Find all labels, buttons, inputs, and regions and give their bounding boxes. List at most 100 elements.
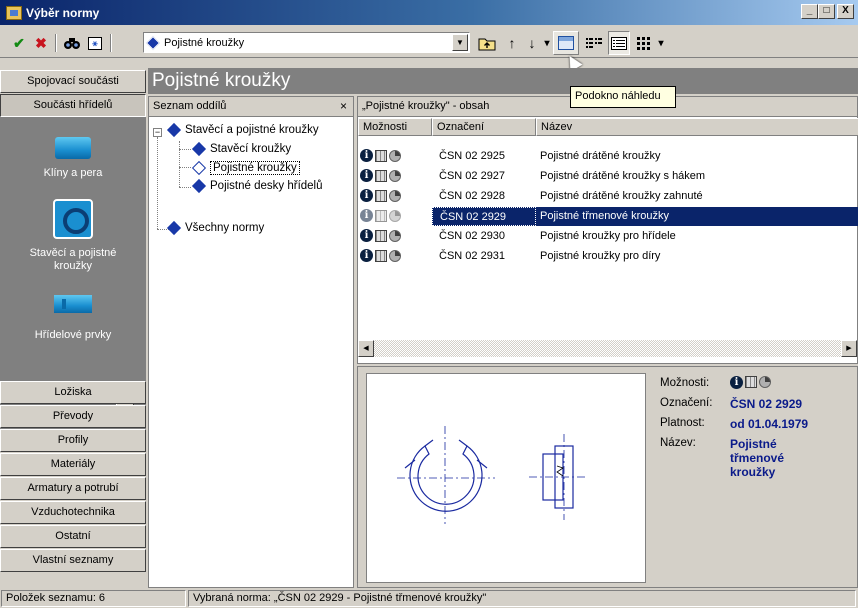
close-icon[interactable]: × (340, 97, 347, 116)
category-button[interactable]: Vlastní seznamy (0, 549, 146, 572)
table-icon[interactable] (375, 229, 387, 242)
move-down-icon[interactable]: ↓ (523, 33, 541, 53)
tree-node-stavecii[interactable]: Stavěcí kroužky (191, 141, 292, 157)
scroll-right-icon[interactable]: ▶ (841, 340, 857, 357)
filter-icon[interactable]: ⚹ (86, 33, 104, 53)
minimize-button[interactable]: _ (801, 4, 818, 19)
close-button[interactable]: X (837, 4, 854, 19)
tree-node-pojistne-desky[interactable]: Pojistné desky hřídelů (191, 178, 323, 194)
category-button[interactable]: Materiály (0, 453, 146, 476)
code-cell: ČSN 02 2931 (439, 250, 506, 262)
table-icon[interactable] (375, 249, 387, 262)
horizontal-scrollbar[interactable]: ◀ ▶ (358, 340, 857, 357)
table-icon[interactable] (375, 209, 387, 222)
code-cell: ČSN 02 2928 (439, 190, 506, 202)
panel-item[interactable]: Hřídelové prvky (0, 295, 146, 341)
folder-up-icon[interactable] (477, 33, 497, 53)
column-header-options[interactable]: Možnosti (358, 118, 432, 136)
maximize-button[interactable]: □ (818, 4, 835, 19)
keys-icon (55, 137, 91, 159)
category-button[interactable]: Ložiska (0, 381, 146, 404)
tree-node-label: Pojistné kroužky (210, 161, 300, 175)
panel-item[interactable]: Klíny a pera (0, 137, 146, 179)
window-controls: _ □ X (801, 4, 854, 19)
pie-icon[interactable] (389, 149, 401, 162)
tree-node-label: Stavěcí kroužky (210, 143, 292, 155)
find-icon[interactable] (62, 33, 82, 53)
more-dropdown-icon[interactable]: ▾ (542, 33, 552, 53)
window-title: Výběr normy (26, 5, 100, 20)
large-icons-view-icon[interactable] (634, 33, 654, 53)
info-icon[interactable]: i (360, 249, 373, 262)
table-icon[interactable] (375, 189, 387, 202)
tree-node-vsechny-normy[interactable]: Všechny normy (166, 220, 265, 236)
table-row[interactable]: i ČSN 02 2928 Pojistné drátěné kroužky z… (358, 187, 858, 206)
info-icon[interactable]: i (360, 189, 373, 202)
toolbar-separator (110, 34, 112, 52)
category-button[interactable]: Spojovací součásti (0, 70, 146, 93)
info-label: Platnost: (660, 417, 705, 429)
pie-icon[interactable] (389, 189, 401, 202)
info-icon[interactable]: i (730, 376, 743, 389)
norm-diamond-open-icon (191, 160, 207, 176)
move-up-icon[interactable]: ↑ (503, 33, 521, 53)
tree-node-label: Stavěcí a pojistné kroužky (185, 124, 319, 136)
info-icon[interactable]: i (360, 229, 373, 242)
tree-node-label: Všechny normy (185, 222, 265, 234)
chevron-down-icon[interactable]: ▼ (452, 34, 468, 51)
category-button[interactable]: Převody (0, 405, 146, 428)
table-row-selected[interactable]: i ČSN 02 2929 Pojistné třmenové kroužky (358, 207, 858, 226)
preview-pane: Možnosti: i Označení: ČSN 02 2929 Platno… (357, 366, 858, 588)
page-title: Pojistné kroužky (148, 68, 858, 94)
pie-icon[interactable] (389, 249, 401, 262)
info-label: Označení: (660, 397, 713, 409)
norm-group-combobox[interactable]: Pojistné kroužky ▼ (143, 32, 470, 53)
tree-node-stavecii-a-pojistne[interactable]: Stavěcí a pojistné kroužky (166, 122, 319, 138)
details-view-icon[interactable] (608, 31, 630, 55)
table-row[interactable]: i ČSN 02 2925 Pojistné drátěné kroužky (358, 147, 858, 166)
shaft-icon (54, 295, 92, 313)
info-icon[interactable]: i (360, 209, 373, 222)
options-cell: i (360, 249, 401, 262)
panel-item-label: Klíny a pera (43, 167, 103, 179)
info-icon[interactable]: i (360, 169, 373, 182)
category-button[interactable]: Armatury a potrubí (0, 477, 146, 500)
tree-line (179, 187, 191, 188)
category-button[interactable]: Součásti hřídelů (0, 94, 146, 117)
info-icon[interactable]: i (360, 149, 373, 162)
info-name-value: Pojistné třmenové kroužky (730, 437, 785, 479)
pie-icon[interactable] (389, 169, 401, 182)
view-dropdown-icon[interactable]: ▾ (656, 33, 666, 53)
name-cell: Pojistné drátěné kroužky zahnuté (540, 190, 703, 202)
table-icon[interactable] (375, 149, 387, 162)
pane-header: Seznam oddílů × (149, 97, 353, 117)
list-view-icon[interactable] (584, 33, 604, 53)
code-cell: ČSN 02 2927 (439, 170, 506, 182)
column-header-name[interactable]: Název (536, 118, 858, 136)
category-button[interactable]: Vzduchotechnika (0, 501, 146, 524)
pie-icon[interactable] (759, 376, 771, 388)
scroll-left-icon[interactable]: ◀ (358, 340, 374, 357)
name-cell: Pojistné třmenové kroužky (536, 207, 858, 226)
table-row[interactable]: i ČSN 02 2930 Pojistné kroužky pro hříde… (358, 227, 858, 246)
name-cell: Pojistné drátěné kroužky s hákem (540, 170, 706, 182)
category-button[interactable]: Ostatní (0, 525, 146, 548)
confirm-icon[interactable]: ✔ (10, 33, 28, 53)
norm-list-pane: „Pojistné kroužky" - obsah Možnosti Ozna… (357, 96, 858, 364)
preview-pane-icon (558, 36, 574, 50)
cancel-icon[interactable]: ✖ (32, 33, 50, 53)
pie-icon[interactable] (389, 229, 401, 242)
table-row[interactable]: i ČSN 02 2927 Pojistné drátěné kroužky s… (358, 167, 858, 186)
table-icon[interactable] (375, 169, 387, 182)
status-selected-norm: Vybraná norma: „ČSN 02 2929 - Pojistné t… (188, 590, 856, 607)
collapse-icon[interactable]: − (153, 128, 162, 137)
category-button[interactable]: Profily (0, 429, 146, 452)
pie-icon[interactable] (389, 209, 401, 222)
tree-node-pojistne-krouzky[interactable]: Pojistné kroužky (191, 160, 300, 176)
panel-item[interactable]: Stavěcí a pojistné kroužky (0, 199, 146, 273)
table-row[interactable]: i ČSN 02 2931 Pojistné kroužky pro díry (358, 247, 858, 266)
name-cell: Pojistné kroužky pro hřídele (540, 230, 676, 242)
column-header-code[interactable]: Označení (432, 118, 536, 136)
name-cell: Pojistné drátěné kroužky (540, 150, 661, 162)
table-icon[interactable] (745, 376, 757, 388)
